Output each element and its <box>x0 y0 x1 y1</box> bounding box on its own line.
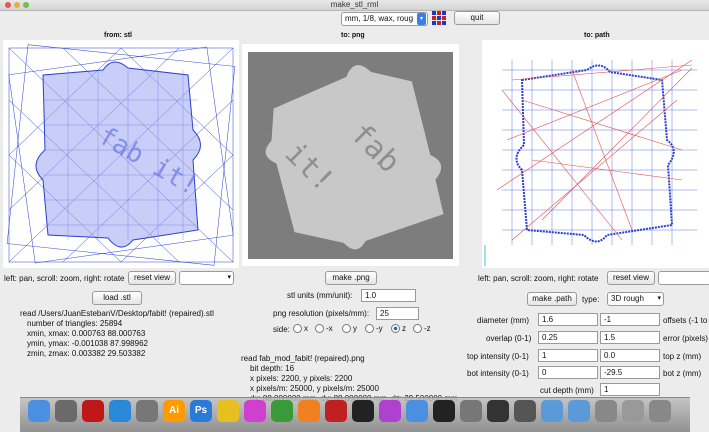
stl-view-help: left: pan, scroll: zoom, right: rotate <box>4 274 125 283</box>
folder-icon[interactable] <box>541 400 563 422</box>
side-radio-y[interactable]: y <box>342 324 357 334</box>
preview-icon[interactable] <box>406 400 428 422</box>
bot-z-label: bot z (mm) <box>663 369 702 378</box>
radio-icon <box>293 324 302 334</box>
pen-icon[interactable] <box>487 400 509 422</box>
png-preview-background: fab it! <box>248 52 453 259</box>
png-puzzle-graphic: fab it! <box>265 65 444 250</box>
quit-button[interactable]: quit <box>454 11 500 25</box>
radio-icon <box>315 324 324 334</box>
aperture-icon[interactable] <box>352 400 374 422</box>
stl-mesh-graphic: fab it! <box>6 44 236 266</box>
path-view-select[interactable] <box>658 271 709 285</box>
radio-icon <box>413 324 422 334</box>
path-reset-view-button[interactable]: reset view <box>607 271 655 285</box>
terminal-icon[interactable] <box>433 400 455 422</box>
itunes-icon[interactable] <box>271 400 293 422</box>
flower-icon[interactable] <box>379 400 401 422</box>
downloads-icon[interactable] <box>568 400 590 422</box>
chevron-down-icon: ▾ <box>657 295 661 302</box>
stl-view[interactable]: fab it! <box>3 40 239 268</box>
make-path-button[interactable]: make .path <box>527 292 577 306</box>
png-view[interactable]: fab it! <box>242 44 459 266</box>
diameter-label: diameter (mm) <box>477 316 530 325</box>
app2-icon[interactable] <box>460 400 482 422</box>
machine-select[interactable]: mm, 1/8, wax, roug ▾ <box>341 12 428 26</box>
radio-icon <box>365 324 374 334</box>
chevron-down-icon: ▾ <box>227 274 231 281</box>
path-type-select[interactable]: 3D rough ▾ <box>607 292 664 306</box>
side-radio-minus-x[interactable]: -x <box>315 324 333 334</box>
top-intensity-field[interactable]: 1 <box>538 349 598 362</box>
finder-icon[interactable] <box>28 400 50 422</box>
load-stl-button[interactable]: load .stl <box>92 291 142 305</box>
app-icon[interactable] <box>325 400 347 422</box>
stl-units-label: stl units (mm/unit): <box>287 291 353 300</box>
chrome-icon[interactable] <box>217 400 239 422</box>
path-view[interactable] <box>482 40 709 268</box>
trash-icon[interactable] <box>649 400 671 422</box>
top-z-label: top z (mm) <box>663 352 702 361</box>
grid-icon[interactable] <box>432 11 446 25</box>
launchpad-icon[interactable] <box>55 400 77 422</box>
side-radio-minus-y[interactable]: -y <box>365 324 383 334</box>
stl-units-field[interactable]: 1.0 <box>361 289 416 302</box>
cut-depth-label: cut depth (mm) <box>540 386 594 395</box>
make-png-button[interactable]: make .png <box>325 271 377 285</box>
png-panel-title: to: png <box>341 32 365 39</box>
stl-info-line-4: ymin, ymax: -0.001038 87.998962 <box>27 339 148 348</box>
stl-view-select[interactable]: ▾ <box>179 271 234 285</box>
side-radio-x[interactable]: x <box>293 324 308 334</box>
bot-intensity-label: bot intensity (0-1) <box>467 369 529 378</box>
png-info-line-3: x pixels: 2200, y pixels: 2200 <box>250 374 353 383</box>
png-resolution-label: png resolution (pixels/mm): <box>273 309 370 318</box>
png-info-line-4: x pixels/m: 25000, y pixels/m: 25000 <box>250 384 379 393</box>
path-view-help: left: pan, scroll: zoom, right: rotate <box>478 274 599 283</box>
overlap-label: overlap (0-1) <box>486 334 532 343</box>
path-toolpath-graphic <box>484 59 697 266</box>
offsets-label: offsets (-1 to <box>663 316 708 325</box>
side-label: side: <box>273 325 290 334</box>
stl-reset-view-button[interactable]: reset view <box>128 271 176 285</box>
stl-info-line-1: read /Users/JuanEstebanV/Desktop/fabit! … <box>20 309 214 318</box>
chevron-down-icon: ▾ <box>417 13 426 25</box>
stl-info-line-2: number of triangles: 25894 <box>27 319 123 328</box>
png-info-line-1: read fab_mod_fabit! (repaired).png <box>241 354 365 363</box>
type-label: type: <box>582 295 600 304</box>
top-z-field[interactable]: 0.0 <box>600 349 660 362</box>
bot-intensity-field[interactable]: 0 <box>538 366 598 379</box>
radio-icon <box>342 324 351 334</box>
error-label: error (pixels) <box>663 334 708 343</box>
safari-icon[interactable] <box>109 400 131 422</box>
side-radio-z[interactable]: z <box>391 324 406 334</box>
png-resolution-field[interactable]: 25 <box>376 307 419 320</box>
photoshop-icon[interactable]: Ps <box>190 400 212 422</box>
acrobat-icon[interactable] <box>82 400 104 422</box>
overlap-field[interactable]: 0.25 <box>538 331 598 344</box>
bot-z-field[interactable]: -29.5 <box>600 366 660 379</box>
ibooks-icon[interactable] <box>298 400 320 422</box>
stl-info-line-3: xmin, xmax: 0.000763 88.000763 <box>27 329 146 338</box>
png-info-line-2: bit depth: 16 <box>250 364 295 373</box>
offsets-field[interactable]: -1 <box>600 313 660 326</box>
stl-info-line-5: zmin, zmax: 0.003382 29.503382 <box>27 349 146 358</box>
stack2-icon[interactable] <box>622 400 644 422</box>
stack-icon[interactable] <box>595 400 617 422</box>
radio-selected-icon <box>391 324 400 334</box>
error-field[interactable]: 1.5 <box>600 331 660 344</box>
diameter-field[interactable]: 1.6 <box>538 313 598 326</box>
color-icon[interactable] <box>244 400 266 422</box>
window-title: make_stl_rml <box>330 0 379 9</box>
side-radio-minus-z[interactable]: -z <box>413 324 431 334</box>
illustrator-icon[interactable]: Ai <box>163 400 185 422</box>
title-bar: make_stl_rml <box>0 0 709 11</box>
cut-depth-field[interactable]: 1 <box>600 383 660 396</box>
inkscape-icon[interactable] <box>136 400 158 422</box>
pen2-icon[interactable] <box>514 400 536 422</box>
top-intensity-label: top intensity (0-1) <box>467 352 529 361</box>
